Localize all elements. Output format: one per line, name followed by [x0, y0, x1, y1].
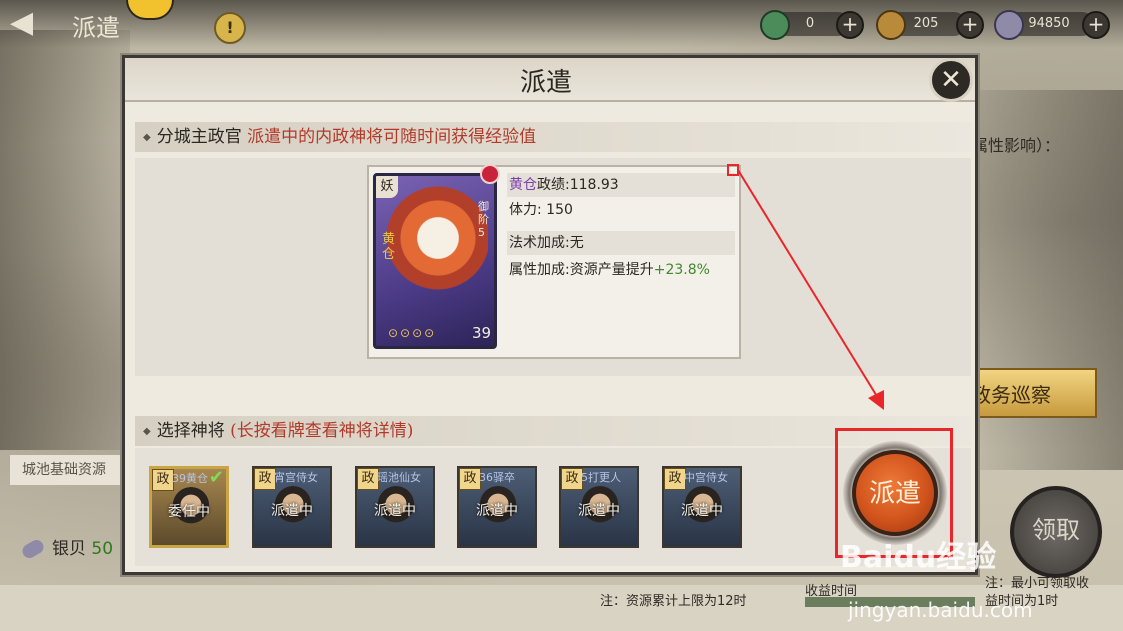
- notification-dot: [480, 164, 500, 184]
- page-title: 派遣: [72, 14, 120, 42]
- race-badge: 妖: [376, 176, 398, 198]
- attribute-influence-label: 属性影响）：: [972, 136, 1061, 155]
- official-section-label: 分城主政官: [156, 127, 242, 147]
- hero-status: 委任中: [168, 504, 210, 520]
- stat-spell-label: 法术加成:: [509, 235, 570, 251]
- hero-slot-4[interactable]: 政 36驿卒 派遣中: [457, 466, 537, 548]
- min-claim-note-line1: 注：最小可领取收: [985, 576, 1090, 591]
- close-icon[interactable]: ✕: [929, 58, 973, 102]
- select-general-hint: (长按看牌查看神将详情): [230, 421, 414, 441]
- hero-slot-3[interactable]: 政 瑶池仙女 派遣中: [355, 466, 435, 548]
- hero-name: 宵宫侍女: [274, 471, 318, 484]
- official-section-header: ◆ 分城主政官 派遣中的内政神将可随时间获得经验值: [135, 122, 971, 152]
- dialog-header: 派遣 ✕: [125, 58, 975, 102]
- add-jade-button[interactable]: +: [836, 11, 864, 39]
- card-star-row: ⊙⊙⊙⊙: [388, 326, 437, 340]
- top-bar: ◀ 派遣 ! 0 + 205 + 94850 +: [0, 0, 1123, 48]
- diamond-icon: ◆: [143, 425, 151, 437]
- card-rank: 御阶5: [478, 200, 489, 239]
- hero-name: 36驿卒: [479, 471, 515, 484]
- hero-name: 39黄仓: [172, 472, 208, 485]
- hero-name: 瑶池仙女: [377, 471, 421, 484]
- diamond-icon: ◆: [143, 131, 151, 143]
- politics-tag: 政: [254, 468, 276, 490]
- hero-status: 派遣中: [681, 503, 723, 519]
- politics-tag: 政: [459, 468, 481, 490]
- hero-slot-2[interactable]: 政 宵宫侍女 派遣中: [252, 466, 332, 548]
- politics-tag: 政: [152, 469, 174, 491]
- stat-performance: 黄仓政绩:118.93: [507, 173, 735, 197]
- card-general-name: 黄仓: [382, 232, 396, 262]
- card-level: 39: [472, 324, 492, 342]
- general-card[interactable]: 妖 黄仓 御阶5 ⊙⊙⊙⊙ 39: [373, 173, 497, 349]
- background-scenery-left: [0, 30, 130, 450]
- stat-performance-value: 118.93: [569, 177, 619, 193]
- stat-spell-bonus: 法术加成:无: [507, 231, 735, 255]
- add-silver-button[interactable]: +: [1082, 11, 1110, 39]
- silver-resource-line: 银贝 50: [19, 534, 114, 561]
- stat-stamina-value: 150: [546, 202, 573, 218]
- politics-tag: 政: [561, 468, 583, 490]
- claim-button[interactable]: 领取: [1010, 486, 1102, 578]
- assigned-general-panel: 妖 黄仓 御阶5 ⊙⊙⊙⊙ 39 黄仓政绩:118.93 体力: 150 法术加…: [367, 164, 741, 359]
- hero-status: 派遣中: [374, 503, 416, 519]
- stat-stamina-label: 体力:: [509, 202, 542, 218]
- stat-attribute-value: 资源产量提升: [569, 262, 654, 278]
- general-portrait: [388, 186, 488, 316]
- watermark-url: jingyan.baidu.com: [848, 598, 1033, 622]
- hero-status: 派遣中: [578, 503, 620, 519]
- stat-attribute-label: 属性加成:: [509, 262, 570, 278]
- alert-icon[interactable]: !: [214, 12, 246, 44]
- hero-slot-1[interactable]: 政 39黄仓 ✔ 委任中: [149, 466, 229, 548]
- hero-name: 中宫侍女: [684, 471, 728, 484]
- hero-slot-5[interactable]: 政 5打更人 派遣中: [559, 466, 639, 548]
- watermark-brand: Baidu经验: [840, 540, 997, 575]
- stat-stamina: 体力: 150: [507, 198, 735, 222]
- stat-spell-value: 无: [569, 235, 584, 251]
- copper-coin-icon: [876, 10, 906, 40]
- storage-limit-note: 注：资源累计上限为12时: [600, 594, 747, 609]
- silver-label: 银贝: [52, 539, 86, 559]
- gold-coin-icon[interactable]: [126, 0, 174, 20]
- stat-general-name: 黄仓: [509, 177, 537, 193]
- stat-attribute-bonus-value: +23.8%: [653, 262, 710, 278]
- add-copper-button[interactable]: +: [956, 11, 984, 39]
- silver-value: 50: [91, 539, 114, 559]
- hero-status: 派遣中: [476, 503, 518, 519]
- dialog-title: 派遣: [520, 68, 573, 98]
- hero-slot-6[interactable]: 政 中宫侍女 派遣中: [662, 466, 742, 548]
- silver-shell-icon: [19, 537, 47, 561]
- stat-performance-label: 政绩:: [537, 177, 570, 193]
- jade-coin-icon: [760, 10, 790, 40]
- back-icon[interactable]: ◀: [10, 8, 56, 38]
- select-general-label: 选择神将: [156, 421, 225, 441]
- stat-attribute-bonus: 属性加成:资源产量提升+23.8%: [507, 258, 735, 282]
- politics-tag: 政: [664, 468, 686, 490]
- check-icon: ✔: [208, 467, 224, 488]
- politics-tag: 政: [357, 468, 379, 490]
- official-section-hint: 派遣中的内政神将可随时间获得经验值: [247, 127, 537, 147]
- silver-shell-icon: [994, 10, 1024, 40]
- hero-status: 派遣中: [271, 503, 313, 519]
- hero-name: 5打更人: [581, 471, 621, 484]
